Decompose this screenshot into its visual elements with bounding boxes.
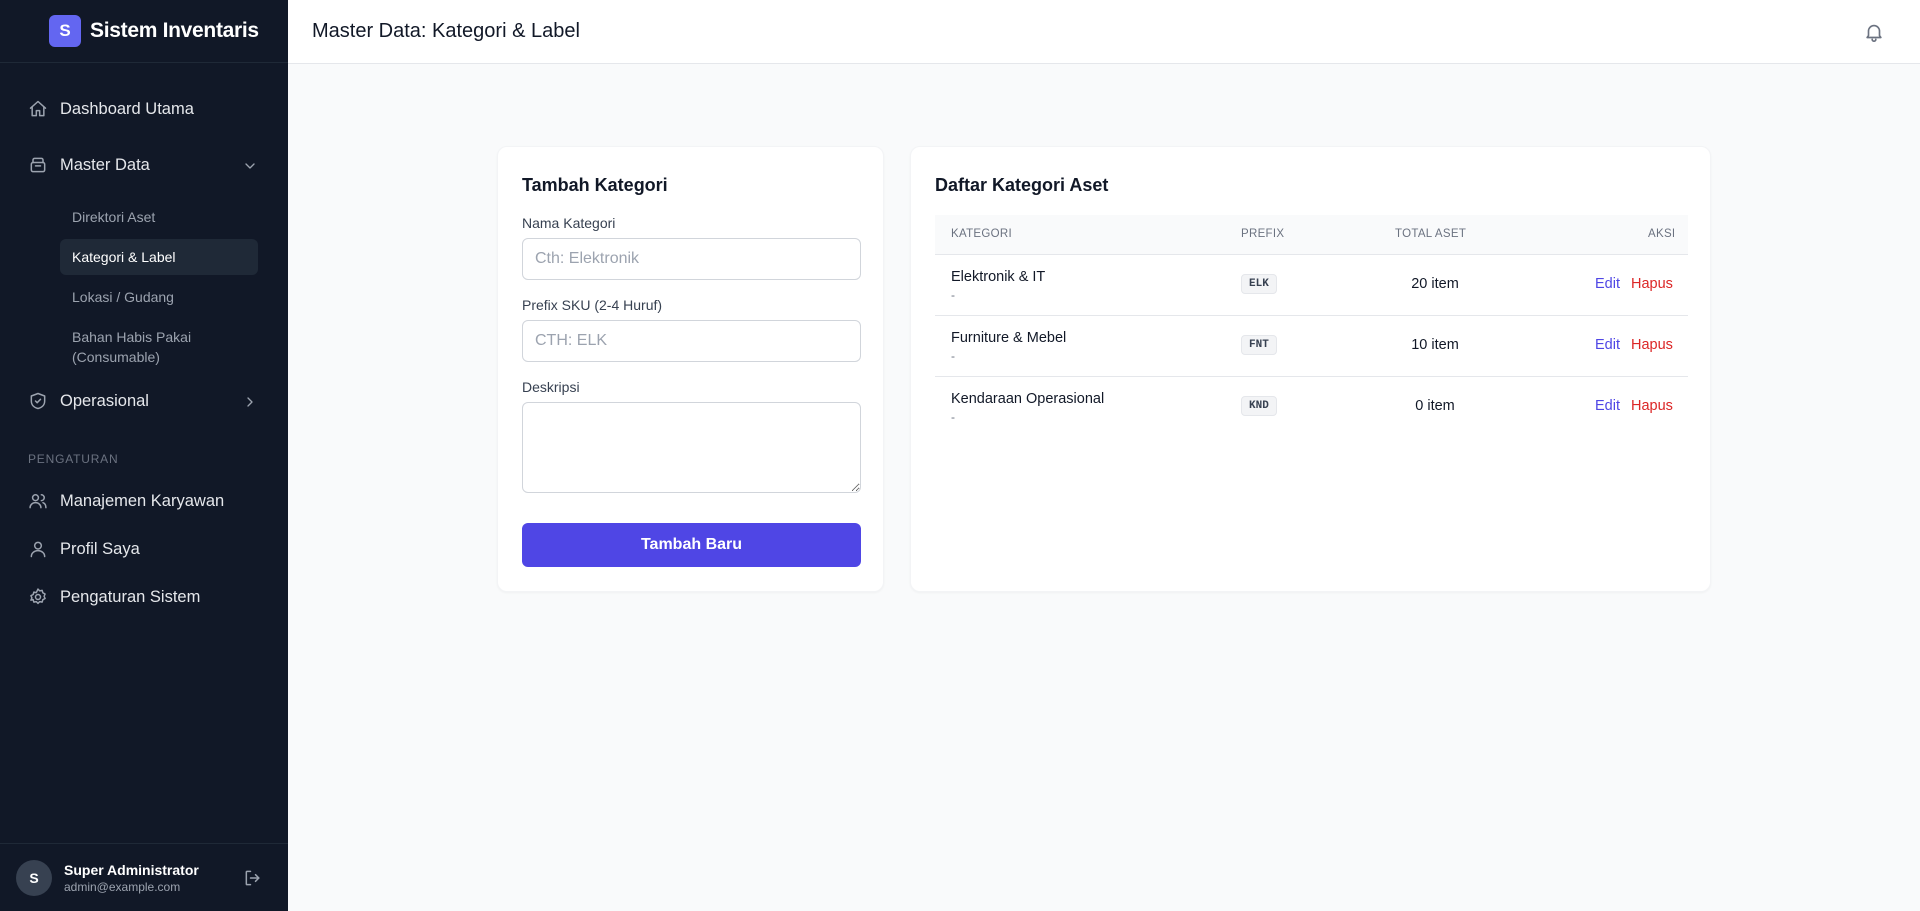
category-name: Elektronik & IT	[951, 269, 1046, 285]
page-title: Master Data: Kategori & Label	[312, 20, 580, 42]
table-row: Furniture & Mebel - FNT 10 item Edit Hap…	[935, 316, 1688, 377]
avatar[interactable]: S	[16, 859, 52, 896]
archive-icon	[30, 157, 46, 173]
category-list-card: Daftar Kategori Aset KATEGORI PREFIX TOT…	[910, 146, 1711, 592]
prefix-badge: KND	[1241, 396, 1277, 416]
edit-link[interactable]: Edit	[1595, 337, 1620, 353]
description-textarea[interactable]	[522, 402, 861, 493]
delete-link[interactable]: Hapus	[1631, 276, 1673, 292]
sidebar-item-label: Pengaturan Sistem	[60, 587, 201, 606]
category-description: -	[951, 410, 955, 424]
shield-check-icon	[30, 392, 46, 410]
total-assets: 0 item	[1415, 398, 1455, 414]
sidebar-item-master-data[interactable]: Master Data	[28, 155, 150, 175]
total-assets: 20 item	[1411, 276, 1459, 292]
logout-icon[interactable]	[243, 868, 263, 888]
sidebar: S Sistem Inventaris Dashboard Utama Mast…	[0, 0, 288, 911]
column-header-aksi: AKSI	[1648, 228, 1676, 240]
sidebar-item-profil[interactable]: Profil Saya	[28, 539, 140, 559]
category-name-input[interactable]	[522, 238, 861, 280]
home-icon	[29, 100, 47, 117]
prefix-badge: ELK	[1241, 274, 1277, 294]
column-header-kategori: KATEGORI	[951, 228, 1012, 240]
category-name: Kendaraan Operasional	[951, 391, 1105, 407]
description-field-label: Deskripsi	[522, 379, 580, 395]
category-description: -	[951, 349, 955, 363]
chevron-down-icon[interactable]	[242, 158, 258, 174]
add-category-button[interactable]: Tambah Baru	[522, 523, 861, 567]
table-header: KATEGORI PREFIX TOTAL ASET AKSI	[935, 215, 1688, 255]
sidebar-item-label: Master Data	[60, 155, 150, 174]
gear-icon	[30, 588, 46, 605]
user-info: Super Administrator admin@example.com	[64, 862, 199, 894]
name-field-label: Nama Kategori	[522, 215, 616, 231]
sidebar-item-label: Manajemen Karyawan	[60, 491, 225, 510]
total-assets: 10 item	[1411, 337, 1459, 353]
chevron-right-icon[interactable]	[242, 394, 258, 410]
column-header-prefix: PREFIX	[1241, 228, 1285, 240]
sidebar-subitem-kategori-label[interactable]: Kategori & Label	[60, 239, 258, 275]
edit-link[interactable]: Edit	[1595, 276, 1620, 292]
sidebar-item-operasional[interactable]: Operasional	[28, 391, 149, 411]
sidebar-item-label: Dashboard Utama	[60, 99, 194, 118]
brand-name: Sistem Inventaris	[90, 19, 259, 42]
category-description: -	[951, 288, 955, 302]
sidebar-item-label: Operasional	[60, 391, 149, 410]
delete-link[interactable]: Hapus	[1631, 398, 1673, 414]
user-icon	[30, 541, 46, 558]
category-name: Furniture & Mebel	[951, 330, 1067, 346]
table-row: Elektronik & IT - ELK 20 item Edit Hapus	[935, 255, 1688, 316]
form-title: Tambah Kategori	[522, 175, 668, 195]
prefix-sku-input[interactable]	[522, 320, 861, 362]
column-header-total-aset: TOTAL ASET	[1395, 228, 1467, 240]
prefix-field-label: Prefix SKU (2-4 Huruf)	[522, 297, 663, 313]
prefix-badge: FNT	[1241, 335, 1277, 355]
user-profile: S Super Administrator admin@example.com	[0, 843, 288, 911]
section-label-pengaturan: PENGATURAN	[28, 452, 119, 466]
top-header: Master Data: Kategori & Label	[288, 0, 1920, 64]
user-email: admin@example.com	[64, 879, 181, 894]
sidebar-subitem-bahan-habis-pakai[interactable]: Bahan Habis Pakai (Consumable)	[60, 319, 230, 375]
sidebar-item-karyawan[interactable]: Manajemen Karyawan	[28, 491, 224, 511]
table-row: Kendaraan Operasional - KND 0 item Edit …	[935, 377, 1688, 438]
sidebar-item-label: Profil Saya	[60, 539, 140, 558]
sidebar-item-pengaturan-sistem[interactable]: Pengaturan Sistem	[28, 587, 200, 607]
bell-icon[interactable]	[1863, 21, 1885, 43]
sidebar-subitem-lokasi-gudang[interactable]: Lokasi / Gudang	[60, 279, 258, 315]
sidebar-subitem-direktori-aset[interactable]: Direktori Aset	[60, 199, 258, 235]
delete-link[interactable]: Hapus	[1631, 337, 1673, 353]
brand[interactable]: S Sistem Inventaris	[0, 0, 288, 63]
sidebar-item-dashboard[interactable]: Dashboard Utama	[28, 99, 194, 119]
brand-logo: S	[49, 15, 81, 47]
user-name: Super Administrator	[64, 861, 199, 878]
list-title: Daftar Kategori Aset	[935, 175, 1109, 195]
edit-link[interactable]: Edit	[1595, 398, 1620, 414]
add-category-card: Tambah Kategori Nama Kategori Prefix SKU…	[497, 146, 884, 592]
users-icon	[29, 494, 47, 509]
